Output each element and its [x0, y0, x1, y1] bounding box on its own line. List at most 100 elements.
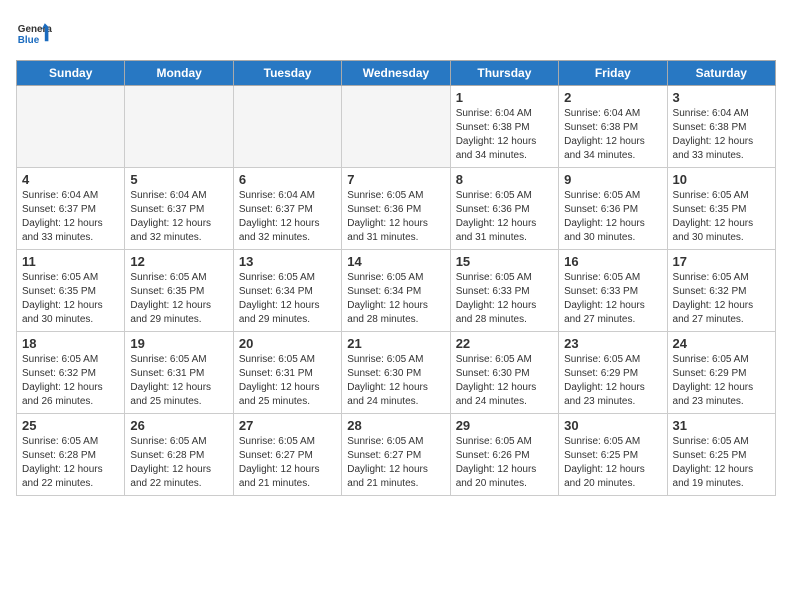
day-info: Sunrise: 6:05 AMSunset: 6:35 PMDaylight:…	[22, 271, 119, 327]
logo: General Blue	[16, 16, 52, 52]
day-number: 11	[22, 254, 119, 269]
day-cell: 14 Sunrise: 6:05 AMSunset: 6:34 PMDayligh…	[342, 250, 450, 332]
day-number: 12	[130, 254, 227, 269]
day-cell: 18 Sunrise: 6:05 AMSunset: 6:32 PMDayligh…	[17, 332, 125, 414]
day-header-tuesday: Tuesday	[233, 61, 341, 86]
day-cell: 3 Sunrise: 6:04 AMSunset: 6:38 PMDaylight…	[667, 86, 775, 168]
day-cell: 29 Sunrise: 6:05 AMSunset: 6:26 PMDayligh…	[450, 414, 558, 496]
day-header-saturday: Saturday	[667, 61, 775, 86]
day-number: 22	[456, 336, 553, 351]
day-info: Sunrise: 6:05 AMSunset: 6:26 PMDaylight:…	[456, 435, 553, 491]
day-info: Sunrise: 6:05 AMSunset: 6:27 PMDaylight:…	[347, 435, 444, 491]
day-header-sunday: Sunday	[17, 61, 125, 86]
day-info: Sunrise: 6:05 AMSunset: 6:31 PMDaylight:…	[239, 353, 336, 409]
day-info: Sunrise: 6:05 AMSunset: 6:28 PMDaylight:…	[130, 435, 227, 491]
day-cell: 13 Sunrise: 6:05 AMSunset: 6:34 PMDayligh…	[233, 250, 341, 332]
day-cell: 5Sunrise: 6:04 AMSunset: 6:37 PMDaylight…	[125, 168, 233, 250]
day-cell: 30 Sunrise: 6:05 AMSunset: 6:25 PMDayligh…	[559, 414, 667, 496]
day-cell: 7 Sunrise: 6:05 AMSunset: 6:36 PMDaylight…	[342, 168, 450, 250]
day-cell: 4 Sunrise: 6:04 AMSunset: 6:37 PMDaylight…	[17, 168, 125, 250]
day-info: Sunrise: 6:04 AMSunset: 6:37 PMDaylight:…	[239, 189, 336, 245]
day-number: 6	[239, 172, 336, 187]
day-number: 23	[564, 336, 661, 351]
week-row-1: 1Sunrise: 6:04 AMSunset: 6:38 PMDaylight…	[17, 86, 776, 168]
day-number: 20	[239, 336, 336, 351]
day-info: Sunrise: 6:04 AMSunset: 6:37 PMDaylight:…	[130, 189, 227, 245]
day-info: Sunrise: 6:05 AMSunset: 6:36 PMDaylight:…	[347, 189, 444, 245]
page-header: General Blue	[16, 16, 776, 52]
day-number: 2	[564, 90, 661, 105]
calendar-table: SundayMondayTuesdayWednesdayThursdayFrid…	[16, 60, 776, 496]
day-number: 21	[347, 336, 444, 351]
day-info: Sunrise: 6:05 AMSunset: 6:29 PMDaylight:…	[564, 353, 661, 409]
day-cell: 10 Sunrise: 6:05 AMSunset: 6:35 PMDayligh…	[667, 168, 775, 250]
day-number: 15	[456, 254, 553, 269]
day-cell: 2 Sunrise: 6:04 AMSunset: 6:38 PMDaylight…	[559, 86, 667, 168]
day-cell	[17, 86, 125, 168]
day-number: 3	[673, 90, 770, 105]
day-number: 4	[22, 172, 119, 187]
day-info: Sunrise: 6:05 AMSunset: 6:32 PMDaylight:…	[22, 353, 119, 409]
day-cell: 28Sunrise: 6:05 AMSunset: 6:27 PMDayligh…	[342, 414, 450, 496]
day-info: Sunrise: 6:05 AMSunset: 6:27 PMDaylight:…	[239, 435, 336, 491]
day-cell: 8 Sunrise: 6:05 AMSunset: 6:36 PMDaylight…	[450, 168, 558, 250]
day-info: Sunrise: 6:05 AMSunset: 6:25 PMDaylight:…	[673, 435, 770, 491]
day-number: 7	[347, 172, 444, 187]
day-info: Sunrise: 6:05 AMSunset: 6:29 PMDaylight:…	[673, 353, 770, 409]
day-info: Sunrise: 6:05 AMSunset: 6:33 PMDaylight:…	[564, 271, 661, 327]
day-cell: 23 Sunrise: 6:05 AMSunset: 6:29 PMDayligh…	[559, 332, 667, 414]
day-info: Sunrise: 6:05 AMSunset: 6:28 PMDaylight:…	[22, 435, 119, 491]
day-info: Sunrise: 6:05 AMSunset: 6:30 PMDaylight:…	[347, 353, 444, 409]
day-number: 27	[239, 418, 336, 433]
day-number: 31	[673, 418, 770, 433]
week-row-4: 18 Sunrise: 6:05 AMSunset: 6:32 PMDayligh…	[17, 332, 776, 414]
day-info: Sunrise: 6:05 AMSunset: 6:36 PMDaylight:…	[564, 189, 661, 245]
day-cell: 6 Sunrise: 6:04 AMSunset: 6:37 PMDaylight…	[233, 168, 341, 250]
day-number: 30	[564, 418, 661, 433]
day-cell: 1Sunrise: 6:04 AMSunset: 6:38 PMDaylight…	[450, 86, 558, 168]
day-info: Sunrise: 6:04 AMSunset: 6:38 PMDaylight:…	[564, 107, 661, 163]
day-info: Sunrise: 6:04 AMSunset: 6:37 PMDaylight:…	[22, 189, 119, 245]
week-row-3: 11 Sunrise: 6:05 AMSunset: 6:35 PMDayligh…	[17, 250, 776, 332]
day-cell: 16 Sunrise: 6:05 AMSunset: 6:33 PMDayligh…	[559, 250, 667, 332]
day-info: Sunrise: 6:05 AMSunset: 6:35 PMDaylight:…	[673, 189, 770, 245]
day-number: 25	[22, 418, 119, 433]
day-cell: 9 Sunrise: 6:05 AMSunset: 6:36 PMDaylight…	[559, 168, 667, 250]
day-number: 29	[456, 418, 553, 433]
day-cell: 25 Sunrise: 6:05 AMSunset: 6:28 PMDayligh…	[17, 414, 125, 496]
day-cell	[342, 86, 450, 168]
day-info: Sunrise: 6:05 AMSunset: 6:30 PMDaylight:…	[456, 353, 553, 409]
day-number: 13	[239, 254, 336, 269]
day-info: Sunrise: 6:05 AMSunset: 6:25 PMDaylight:…	[564, 435, 661, 491]
day-info: Sunrise: 6:05 AMSunset: 6:35 PMDaylight:…	[130, 271, 227, 327]
day-header-thursday: Thursday	[450, 61, 558, 86]
day-cell: 12 Sunrise: 6:05 AMSunset: 6:35 PMDayligh…	[125, 250, 233, 332]
day-number: 26	[130, 418, 227, 433]
day-info: Sunrise: 6:05 AMSunset: 6:34 PMDaylight:…	[347, 271, 444, 327]
day-info: Sunrise: 6:05 AMSunset: 6:34 PMDaylight:…	[239, 271, 336, 327]
day-cell: 20 Sunrise: 6:05 AMSunset: 6:31 PMDayligh…	[233, 332, 341, 414]
day-number: 14	[347, 254, 444, 269]
day-cell	[233, 86, 341, 168]
day-cell: 15 Sunrise: 6:05 AMSunset: 6:33 PMDayligh…	[450, 250, 558, 332]
day-number: 16	[564, 254, 661, 269]
day-cell: 31 Sunrise: 6:05 AMSunset: 6:25 PMDayligh…	[667, 414, 775, 496]
day-cell: 11 Sunrise: 6:05 AMSunset: 6:35 PMDayligh…	[17, 250, 125, 332]
day-info: Sunrise: 6:05 AMSunset: 6:36 PMDaylight:…	[456, 189, 553, 245]
day-info: Sunrise: 6:04 AMSunset: 6:38 PMDaylight:…	[673, 107, 770, 163]
day-cell: 19Sunrise: 6:05 AMSunset: 6:31 PMDayligh…	[125, 332, 233, 414]
day-header-wednesday: Wednesday	[342, 61, 450, 86]
week-row-5: 25 Sunrise: 6:05 AMSunset: 6:28 PMDayligh…	[17, 414, 776, 496]
day-number: 9	[564, 172, 661, 187]
day-header-friday: Friday	[559, 61, 667, 86]
day-number: 17	[673, 254, 770, 269]
day-number: 8	[456, 172, 553, 187]
day-info: Sunrise: 6:05 AMSunset: 6:33 PMDaylight:…	[456, 271, 553, 327]
day-cell: 17Sunrise: 6:05 AMSunset: 6:32 PMDayligh…	[667, 250, 775, 332]
day-number: 10	[673, 172, 770, 187]
logo-icon: General Blue	[16, 16, 52, 52]
day-cell: 21 Sunrise: 6:05 AMSunset: 6:30 PMDayligh…	[342, 332, 450, 414]
day-number: 19	[130, 336, 227, 351]
day-info: Sunrise: 6:04 AMSunset: 6:38 PMDaylight:…	[456, 107, 553, 163]
day-number: 18	[22, 336, 119, 351]
